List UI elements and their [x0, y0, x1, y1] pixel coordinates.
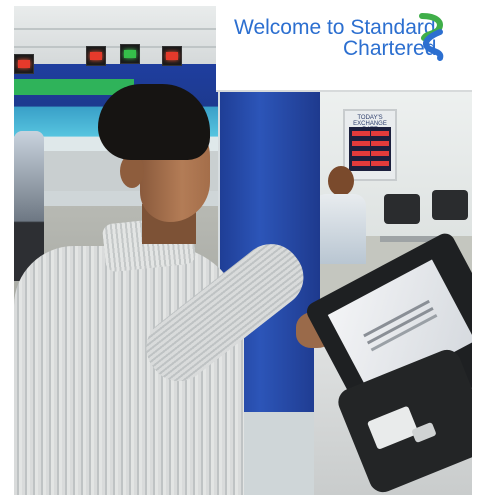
screen-text-lines	[363, 299, 430, 338]
ceiling-line	[14, 28, 220, 30]
photo-frame: TODAY'S EXCHANGE RATE Welcome to Standar…	[14, 6, 472, 495]
queue-display	[14, 54, 34, 74]
rate-cell	[371, 151, 389, 156]
seat	[384, 194, 420, 224]
rate-cell	[352, 151, 370, 156]
seat	[432, 190, 468, 220]
rate-cell	[371, 161, 389, 166]
queue-display	[120, 44, 140, 64]
rate-cell	[352, 131, 370, 136]
rate-grid	[349, 127, 391, 171]
man-head	[90, 84, 210, 244]
ceiling-line	[14, 46, 220, 48]
customer-head	[328, 166, 354, 196]
queue-display	[86, 46, 106, 66]
man-hair	[98, 84, 210, 160]
printer-slot	[366, 405, 419, 450]
queue-display	[162, 46, 182, 66]
rate-cell	[352, 141, 370, 146]
man-body	[14, 215, 336, 495]
rate-cell	[371, 131, 389, 136]
welcome-sign: Welcome to Standard Chartered	[216, 6, 472, 92]
rate-cell	[371, 141, 389, 146]
standard-chartered-logo	[419, 13, 444, 61]
